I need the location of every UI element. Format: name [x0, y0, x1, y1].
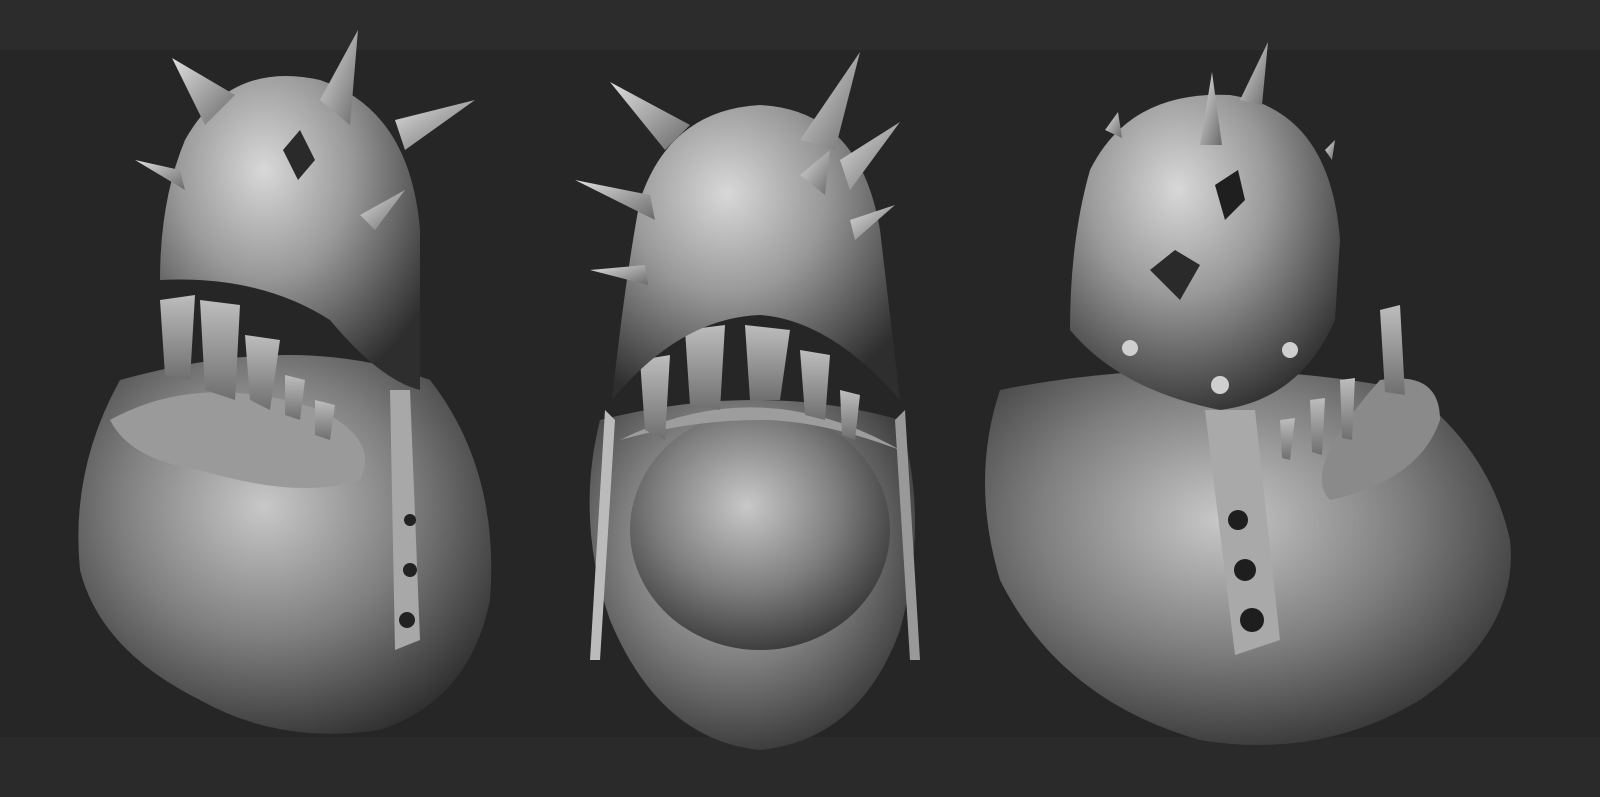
sculpt-view-right [985, 42, 1511, 745]
sculpt-view-center [575, 52, 920, 750]
chin [630, 410, 890, 650]
render-canvas [0, 0, 1600, 797]
helmet [160, 76, 420, 390]
sculpt-render [78, 30, 1511, 750]
sculpt-view-left [78, 30, 492, 734]
